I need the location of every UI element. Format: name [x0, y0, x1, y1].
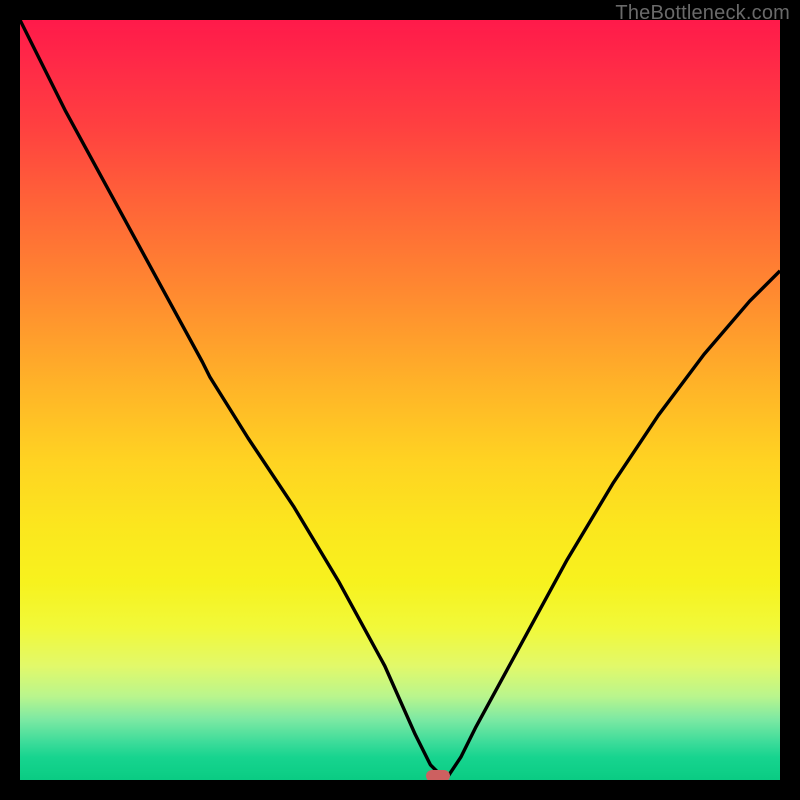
bottleneck-curve — [20, 20, 780, 780]
chart-frame: TheBottleneck.com — [0, 0, 800, 800]
chart-svg — [20, 20, 780, 780]
min-marker — [426, 770, 450, 780]
plot-area — [20, 20, 780, 780]
